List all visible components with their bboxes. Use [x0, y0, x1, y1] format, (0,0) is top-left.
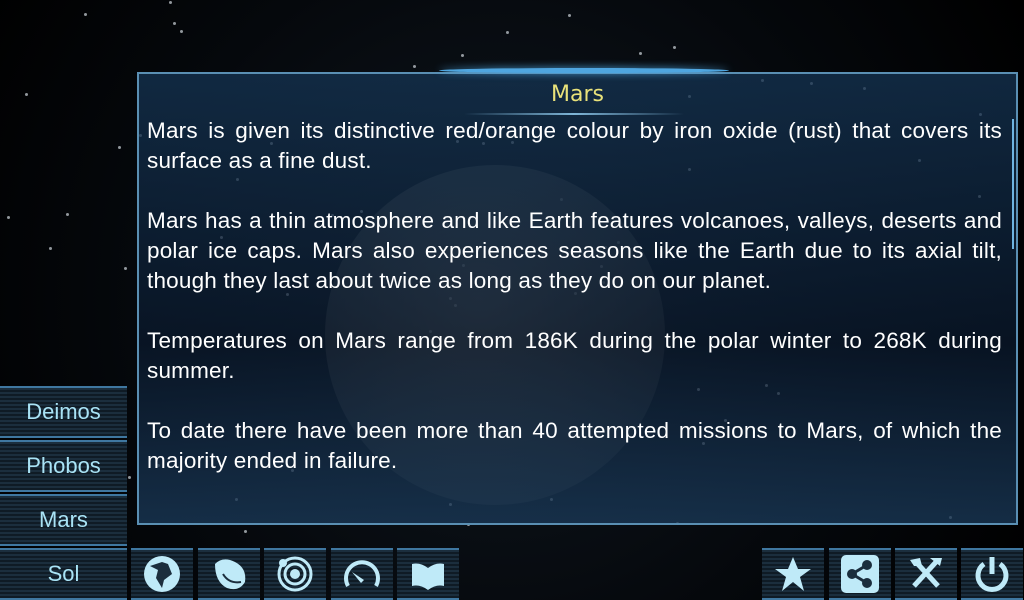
star	[123, 266, 127, 270]
star	[413, 65, 417, 69]
star	[118, 146, 122, 150]
star-icon	[775, 557, 811, 591]
star	[567, 14, 571, 18]
orbit-button[interactable]	[264, 548, 326, 600]
star	[128, 475, 132, 479]
paragraph: Mars is given its distinctive red/orange…	[147, 118, 1002, 173]
panel-title: Mars	[551, 82, 604, 107]
star	[65, 213, 69, 217]
panel-text: Mars is given its distinctive red/orange…	[147, 116, 1002, 506]
sidebar-item-deimos[interactable]: Deimos	[0, 386, 127, 438]
star	[505, 31, 509, 35]
orbit-icon	[277, 556, 313, 592]
star	[7, 215, 11, 219]
info-button[interactable]	[397, 548, 459, 600]
paragraph: Mars has a thin atmosphere and like Eart…	[147, 208, 1002, 293]
sidebar-item-phobos[interactable]: Phobos	[0, 440, 127, 492]
paragraph: To date there have been more than 40 att…	[147, 418, 1002, 473]
star	[48, 247, 52, 251]
star	[24, 92, 28, 96]
star	[168, 0, 172, 4]
share-button[interactable]	[829, 548, 891, 600]
scrollbar[interactable]	[1012, 119, 1014, 249]
sidebar-item-sol[interactable]: Sol	[0, 548, 127, 600]
star	[673, 45, 677, 49]
speedometer-icon	[344, 560, 380, 587]
asteroid-icon	[215, 559, 246, 590]
star	[638, 51, 642, 55]
power-icon	[975, 557, 1009, 592]
settings-button[interactable]	[895, 548, 957, 600]
star	[83, 12, 87, 16]
info-panel: Mars Mars is given its distinctive red/o…	[137, 68, 1018, 525]
moons-button[interactable]	[198, 548, 260, 600]
exit-button[interactable]	[961, 548, 1023, 600]
planet-button[interactable]	[131, 548, 193, 600]
star	[461, 54, 465, 58]
sidebar-item-mars[interactable]: Mars	[0, 494, 127, 546]
star	[180, 30, 184, 34]
share-icon	[841, 555, 879, 593]
star	[172, 22, 176, 26]
globe-icon	[144, 556, 180, 592]
book-icon	[412, 563, 444, 590]
star	[244, 530, 248, 534]
tools-icon	[910, 558, 942, 588]
title-divider	[464, 113, 684, 115]
speed-button[interactable]	[331, 548, 393, 600]
favorite-button[interactable]	[762, 548, 824, 600]
paragraph: Temperatures on Mars range from 186K dur…	[147, 328, 1002, 383]
